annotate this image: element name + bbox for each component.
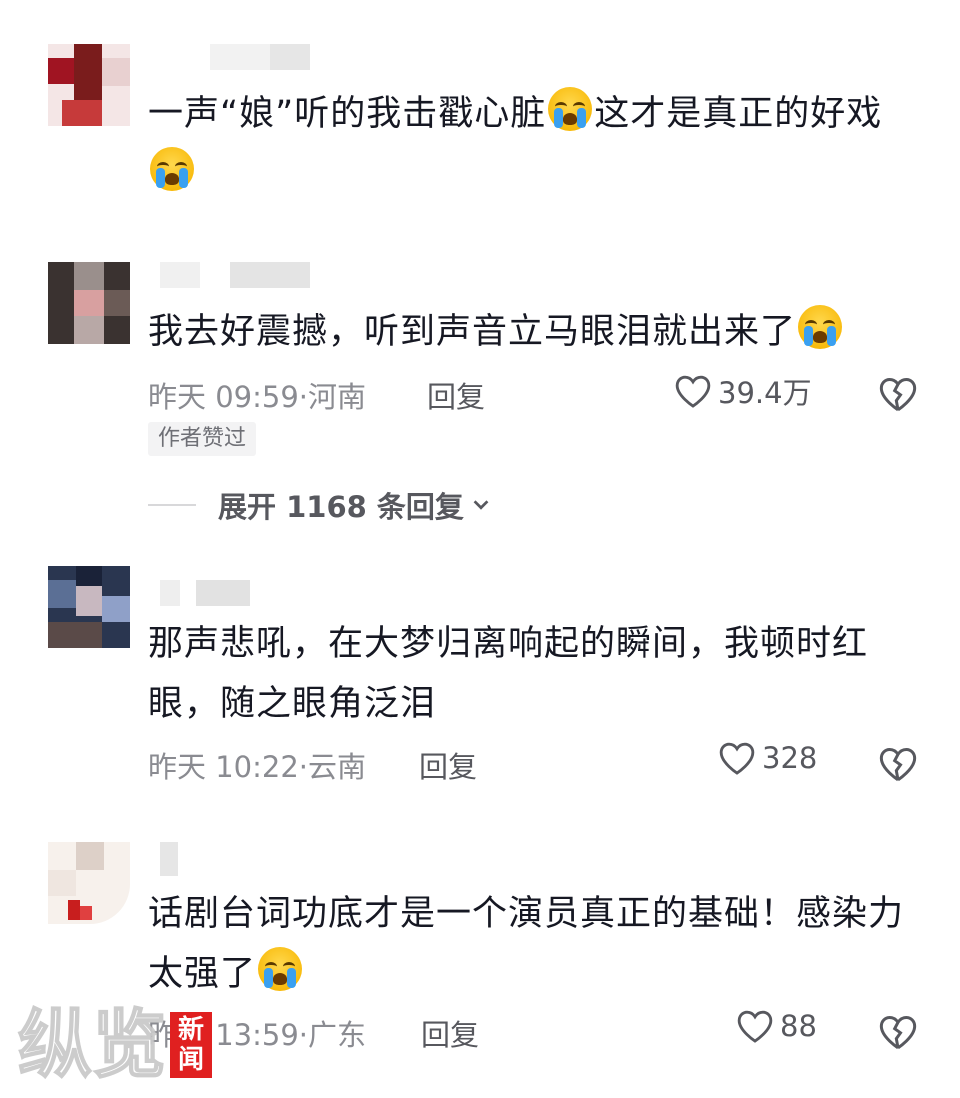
watermark-news-box: 新 闻 (170, 1012, 212, 1078)
reply-button[interactable]: 回复 (421, 1012, 479, 1054)
like-count: 88 (780, 1009, 817, 1043)
username-redacted[interactable] (210, 44, 310, 70)
like-count: 39.4万 (718, 376, 812, 410)
divider (148, 504, 196, 506)
watermark-logo: 纵览 新 闻 (17, 1002, 212, 1088)
heart-outline-icon (675, 375, 711, 408)
username-redacted[interactable] (160, 262, 310, 288)
comment-text: 我去好震撼，听到声音立马眼泪就出来了 (148, 302, 844, 362)
comment-text: 话剧台词功底才是一个演员真正的基础！感染力 太强了 (148, 894, 905, 994)
crying-face-icon (258, 947, 303, 991)
comment-meta: 昨天 09:59·河南 (148, 380, 367, 414)
like-button[interactable]: 39.4万 (674, 370, 812, 412)
avatar[interactable] (48, 842, 130, 924)
heart-outline-icon (719, 742, 755, 775)
crying-face-icon (798, 305, 843, 349)
comment-meta: 昨天 10:22·云南 (148, 750, 367, 784)
location: 广东 (308, 1018, 367, 1052)
chevron-down-icon (473, 500, 489, 510)
username-redacted[interactable] (160, 842, 178, 876)
avatar[interactable] (48, 566, 130, 648)
author-liked-badge: 作者赞过 (148, 422, 257, 456)
username-redacted[interactable] (160, 580, 250, 606)
like-button[interactable]: 328 (718, 740, 817, 776)
comment-text: 那声悲吼，在大梦归离响起的瞬间，我顿时红 眼，随之眼角泛泪 (148, 624, 869, 724)
like-button[interactable]: 88 (736, 1008, 817, 1044)
reply-button[interactable]: 回复 (427, 374, 485, 416)
avatar[interactable] (48, 262, 130, 344)
expand-replies-label: 展开 1168 条回复 (218, 490, 464, 524)
timestamp: 昨天 10:22 (148, 750, 299, 784)
expand-replies-button[interactable]: 展开 1168 条回复 (148, 484, 492, 526)
watermark-brand: 纵览 (17, 1002, 167, 1088)
crying-face-icon (548, 87, 593, 131)
broken-heart-icon[interactable] (878, 1012, 918, 1052)
avatar[interactable] (48, 44, 130, 126)
broken-heart-icon[interactable] (878, 744, 918, 784)
reply-button[interactable]: 回复 (419, 744, 477, 786)
heart-outline-icon (737, 1010, 773, 1043)
like-count: 328 (762, 741, 818, 775)
timestamp: 昨天 09:59 (148, 380, 299, 414)
comment-text: 一声“娘”听的我击戳心脏 这才是真正的好戏 (148, 84, 882, 204)
location: 河南 (308, 380, 367, 414)
crying-face-icon (150, 147, 194, 191)
broken-heart-icon[interactable] (878, 374, 918, 414)
location: 云南 (308, 750, 367, 784)
